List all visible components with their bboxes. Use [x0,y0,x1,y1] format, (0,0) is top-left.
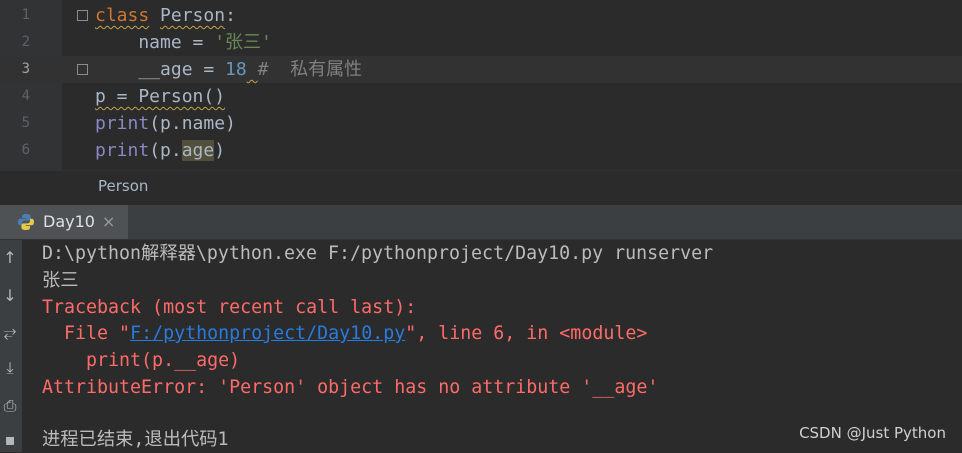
run-tab-label: Day10 [43,212,95,231]
code-line[interactable]: 6 print(p.age) [0,137,962,164]
code-token: '张三' [214,32,272,53]
breadcrumb[interactable]: Person [0,170,962,205]
watermark: CSDN @Just Python [799,424,946,442]
code-editor[interactable]: 1 class Person: 2 name = '张三' 3 __age = 18 … [0,0,962,170]
file-prefix: File " [42,323,131,344]
code-token: class [95,5,150,26]
code-token: Person [160,5,226,26]
arrow-down-icon[interactable]: ↓ [0,286,20,306]
code-line[interactable]: 4 p = Person() [0,83,962,110]
code-token: ) [214,140,226,161]
code-text[interactable]: class Person: [95,2,236,29]
fold-marker-icon[interactable] [77,10,88,21]
traceback-code-line: print(p.__age) [42,350,241,371]
traceback-file-line: File "F:/pythonproject/Day10.py", line 6… [42,320,647,347]
arrow-up-icon[interactable]: ↑ [0,248,20,268]
trash-icon[interactable]: ▪ [0,430,20,450]
code-text[interactable]: __age = 18 # 私有属性 [95,56,362,83]
traceback-header: Traceback (most recent call last): [42,297,417,318]
console-output-line: 张三 [42,270,79,291]
line-number: 4 [21,88,30,104]
line-number: 6 [21,142,30,158]
close-icon[interactable]: × [102,212,115,231]
code-token: : [225,5,236,26]
code-token: (p. [149,140,182,161]
print-icon[interactable]: ⎙ [0,396,20,416]
code-text[interactable]: print(p.age) [95,137,225,164]
run-tab-day10[interactable]: Day10 × [0,205,128,239]
line-number: 3 [21,61,30,77]
code-token: 18 [225,59,247,80]
run-console[interactable]: ↑ ↓ ⥂ ⤓ ⎙ ▪ D:\python解释器\python.exe F:/p… [0,240,962,452]
code-token: name = [95,32,215,53]
file-link[interactable]: F:/pythonproject/Day10.py [130,323,405,344]
code-token: print [95,140,150,161]
code-token: age [181,140,215,161]
run-tab-bar: Day10 × [0,205,962,240]
exit-message: 进程已结束,退出代码1 [42,429,229,450]
code-text[interactable]: print(p.name) [95,110,236,137]
soft-wrap-icon[interactable]: ⥂ [0,322,20,342]
code-token: print [95,113,150,134]
code-line[interactable]: 1 class Person: [0,2,962,29]
console-toolbar: ↑ ↓ ⥂ ⤓ ⎙ ▪ [0,240,22,452]
error-message: AttributeError: 'Person' object has no a… [42,377,659,398]
line-number: 2 [21,34,30,50]
fold-marker-icon[interactable] [77,64,88,75]
code-text[interactable]: name = '张三' [95,29,272,56]
code-text[interactable]: p = Person() [95,83,225,110]
line-number: 5 [21,115,30,131]
code-line[interactable]: 2 name = '张三' [0,29,962,56]
code-line[interactable]: 5 print(p.name) [0,110,962,137]
line-number: 1 [21,7,30,23]
file-suffix: ", line 6, in <module> [405,323,648,344]
scroll-to-end-icon[interactable]: ⤓ [0,358,20,378]
code-token: (p.name) [149,113,236,134]
code-token: __age = [95,59,226,80]
python-icon [18,214,34,230]
code-token: p = Person() [95,86,226,107]
code-line[interactable]: 3 __age = 18 # 私有属性 [0,56,962,83]
code-token: # 私有属性 [257,59,363,80]
breadcrumb-item[interactable]: Person [98,177,148,195]
console-command-line: D:\python解释器\python.exe F:/pythonproject… [42,243,714,264]
